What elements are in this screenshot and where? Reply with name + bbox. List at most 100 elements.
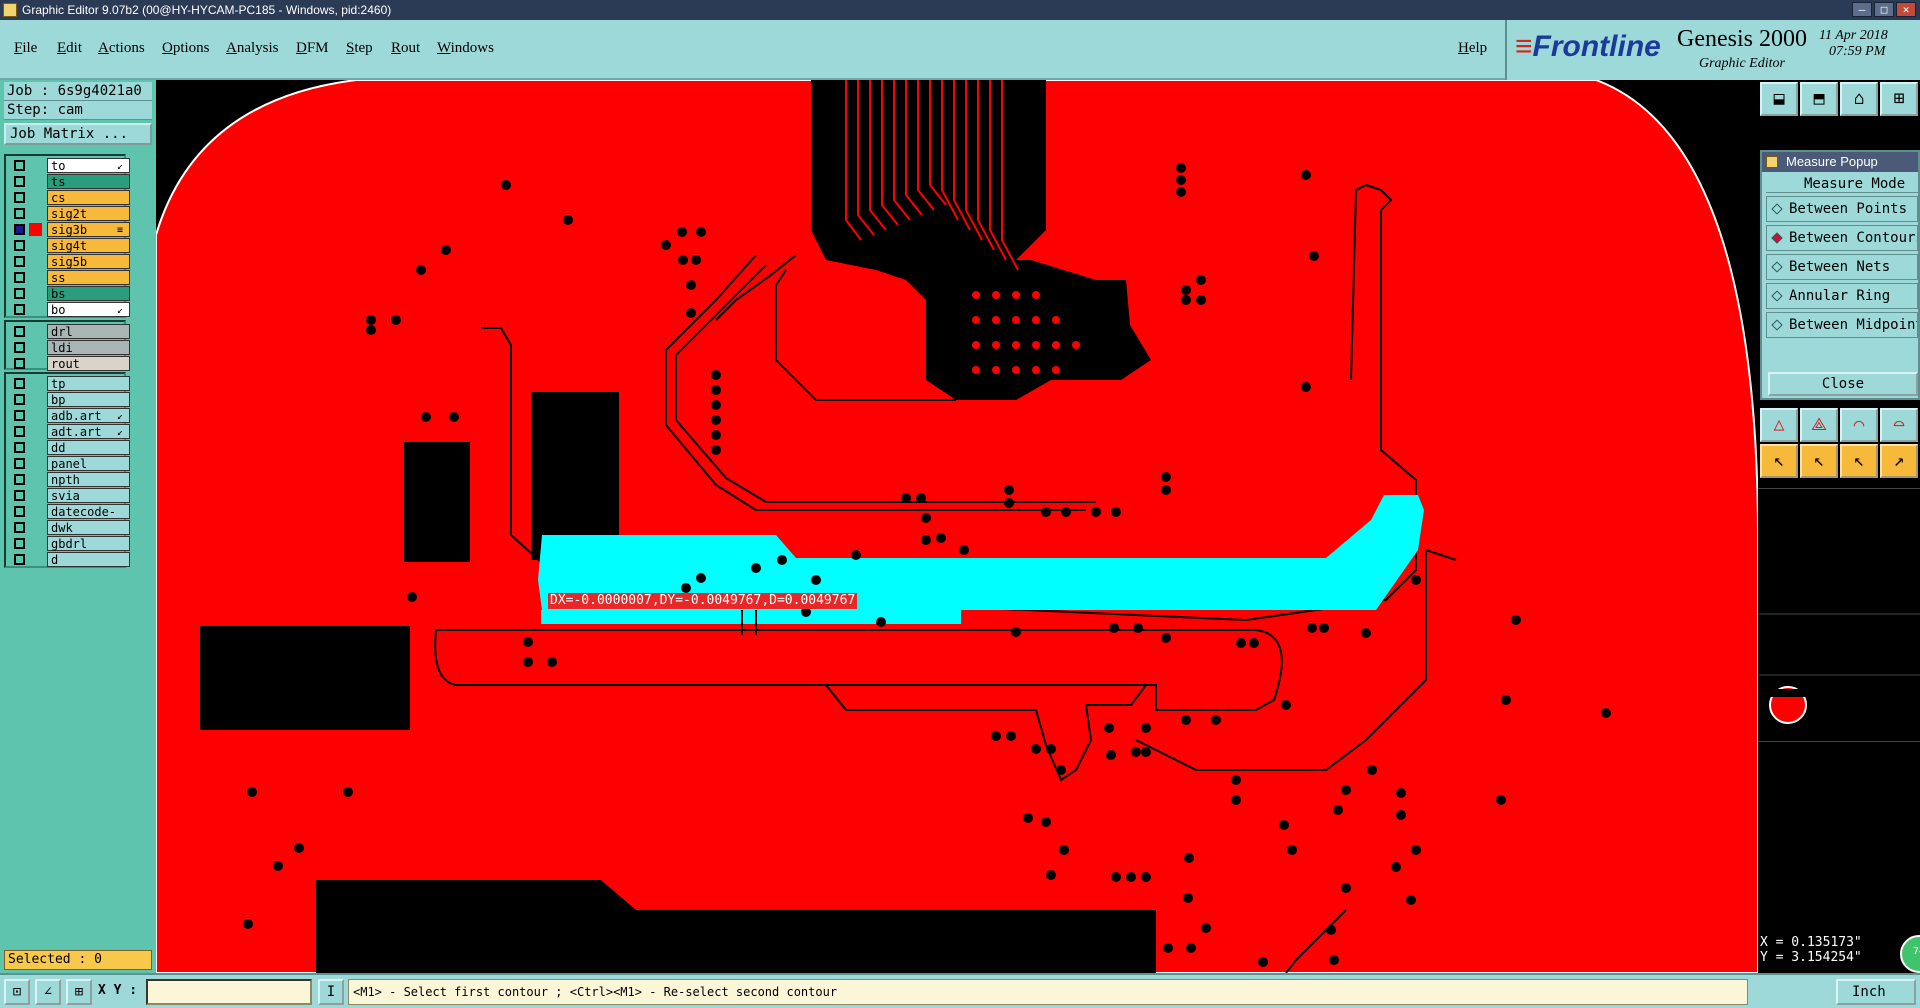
layer-checkbox[interactable] xyxy=(14,538,25,549)
select-arrow-icon[interactable]: ↖ xyxy=(1760,444,1798,478)
layer-name[interactable]: datecode-pt xyxy=(47,504,130,534)
layer-row-ts[interactable]: ts xyxy=(9,174,130,189)
layer-checkbox[interactable] xyxy=(14,358,25,369)
layer-row-to[interactable]: to ↙ xyxy=(9,158,130,173)
layer-name[interactable]: sig2t xyxy=(47,206,130,221)
layer-checkbox[interactable] xyxy=(14,208,25,219)
layer-row-adt-art[interactable]: adt.art ↙ xyxy=(9,424,130,439)
zoom-out-icon[interactable]: ⬒ xyxy=(1800,82,1838,116)
menu-help[interactable]: Help xyxy=(1458,40,1487,57)
layer-row-tp[interactable]: tp xyxy=(9,376,130,391)
radio-icon[interactable] xyxy=(1771,232,1783,244)
layer-checkbox[interactable] xyxy=(14,394,25,405)
layer-checkbox[interactable] xyxy=(14,256,25,267)
radio-icon[interactable] xyxy=(1771,261,1783,273)
layer-name[interactable]: dwk xyxy=(47,520,130,535)
menu-analysis[interactable]: Analysis xyxy=(226,40,279,57)
close-button[interactable]: Close xyxy=(1768,372,1918,396)
layer-row-gbdrl[interactable]: gbdrl xyxy=(9,536,130,551)
menu-edit[interactable]: Edit xyxy=(57,40,82,57)
pcb-view[interactable] xyxy=(156,80,1758,973)
layer-row-bp[interactable]: bp xyxy=(9,392,130,407)
layer-checkbox[interactable] xyxy=(14,410,25,421)
layer-name[interactable]: cs xyxy=(47,190,130,205)
layer-checkbox[interactable] xyxy=(14,442,25,453)
job-matrix-button[interactable]: Job Matrix ... xyxy=(4,123,152,145)
menu-rout[interactable]: Rout xyxy=(391,40,420,57)
layer-checkbox[interactable] xyxy=(14,506,25,517)
mini-view[interactable] xyxy=(1758,488,1920,742)
maximize-icon[interactable]: □ xyxy=(1874,2,1894,17)
menu-windows[interactable]: Windows xyxy=(437,40,494,57)
layer-row-d[interactable]: d xyxy=(9,552,130,567)
layer-row-ss[interactable]: ss xyxy=(9,270,130,285)
units-selector[interactable]: Inch xyxy=(1836,979,1916,1005)
xy-input[interactable] xyxy=(146,979,312,1005)
measure-curve-icon[interactable]: ⌓ xyxy=(1880,408,1918,442)
layer-checkbox[interactable] xyxy=(14,240,25,251)
measure-option-between-contours[interactable]: Between Contours xyxy=(1766,225,1918,251)
layer-name[interactable]: ldi xyxy=(47,340,130,355)
layer-row-rout[interactable]: rout xyxy=(9,356,130,371)
measure-option-annular-ring[interactable]: Annular Ring xyxy=(1766,283,1918,309)
layer-row-sig4t[interactable]: sig4t xyxy=(9,238,130,253)
layer-row-npth[interactable]: npth xyxy=(9,472,130,487)
select-feature-icon[interactable]: ↖ xyxy=(1800,444,1838,478)
layer-row-svia[interactable]: svia xyxy=(9,488,130,503)
layer-name[interactable]: rout xyxy=(47,356,130,371)
layer-name[interactable]: tp xyxy=(47,376,130,391)
layer-name[interactable]: sig3b ≡ xyxy=(47,222,130,237)
layer-name[interactable]: d xyxy=(47,552,130,567)
layer-row-adb-art[interactable]: adb.art ↙ xyxy=(9,408,130,423)
radio-icon[interactable] xyxy=(1771,319,1783,331)
layer-name[interactable]: ss xyxy=(47,270,130,285)
home-icon[interactable]: ⌂ xyxy=(1840,82,1878,116)
cursor-mode-icon[interactable]: I xyxy=(318,979,344,1005)
radio-icon[interactable] xyxy=(1771,290,1783,302)
menu-actions[interactable]: Actions xyxy=(98,40,145,57)
layer-row-sig2t[interactable]: sig2t xyxy=(9,206,130,221)
menu-step[interactable]: Step xyxy=(346,40,373,57)
measure-option-between-nets[interactable]: Between Nets xyxy=(1766,254,1918,280)
layer-name[interactable]: bp xyxy=(47,392,130,407)
layer-name[interactable]: to ↙ xyxy=(47,158,130,173)
radio-icon[interactable] xyxy=(1771,203,1783,215)
layer-name[interactable]: drl xyxy=(47,324,130,339)
select-route-icon[interactable]: ↗ xyxy=(1880,444,1918,478)
angle-icon[interactable]: ∠ xyxy=(35,979,61,1005)
layer-checkbox[interactable] xyxy=(14,342,25,353)
layer-checkbox[interactable] xyxy=(14,490,25,501)
layer-row-panel[interactable]: panel xyxy=(9,456,130,471)
layer-checkbox[interactable] xyxy=(14,160,25,171)
layer-checkbox[interactable] xyxy=(14,426,25,437)
layer-checkbox[interactable] xyxy=(14,224,25,235)
layer-row-datecode-pt[interactable]: datecode-pt xyxy=(9,504,130,534)
layer-row-bs[interactable]: bs xyxy=(9,286,130,301)
layer-checkbox[interactable] xyxy=(14,192,25,203)
popup-close-icon[interactable] xyxy=(1766,156,1778,168)
menu-file[interactable]: File xyxy=(14,40,37,57)
select-net-icon[interactable]: ↖ xyxy=(1840,444,1878,478)
layer-row-drl[interactable]: drl xyxy=(9,324,130,339)
layer-checkbox[interactable] xyxy=(14,458,25,469)
zoom-home-icon[interactable]: ⬓ xyxy=(1760,82,1798,116)
snap-icon[interactable]: ⊡ xyxy=(4,979,30,1005)
measure-point-icon[interactable]: △ xyxy=(1760,408,1798,442)
layer-name[interactable]: bo ↙ xyxy=(47,302,130,317)
graphic-canvas[interactable]: DX=-0.0000007,DY=-0.0049767,D=0.0049767 xyxy=(156,80,1758,973)
layer-checkbox[interactable] xyxy=(14,326,25,337)
layer-row-cs[interactable]: cs xyxy=(9,190,130,205)
measure-option-between-points[interactable]: Between Points xyxy=(1766,196,1918,222)
measure-option-between-midpoints[interactable]: Between Midpoints xyxy=(1766,312,1918,338)
layer-checkbox[interactable] xyxy=(14,304,25,315)
layer-name[interactable]: adb.art ↙ xyxy=(47,408,130,423)
layer-name[interactable]: bs xyxy=(47,286,130,301)
grid-icon[interactable]: ⊞ xyxy=(1880,82,1918,116)
layer-name[interactable]: adt.art ↙ xyxy=(47,424,130,439)
layer-name[interactable]: panel xyxy=(47,456,130,471)
layer-checkbox[interactable] xyxy=(14,522,25,533)
measure-angle-icon[interactable]: ⟁ xyxy=(1800,408,1838,442)
close-window-icon[interactable]: ✕ xyxy=(1896,2,1916,17)
layer-name[interactable]: gbdrl xyxy=(47,536,130,551)
layer-row-bo[interactable]: bo ↙ xyxy=(9,302,130,317)
